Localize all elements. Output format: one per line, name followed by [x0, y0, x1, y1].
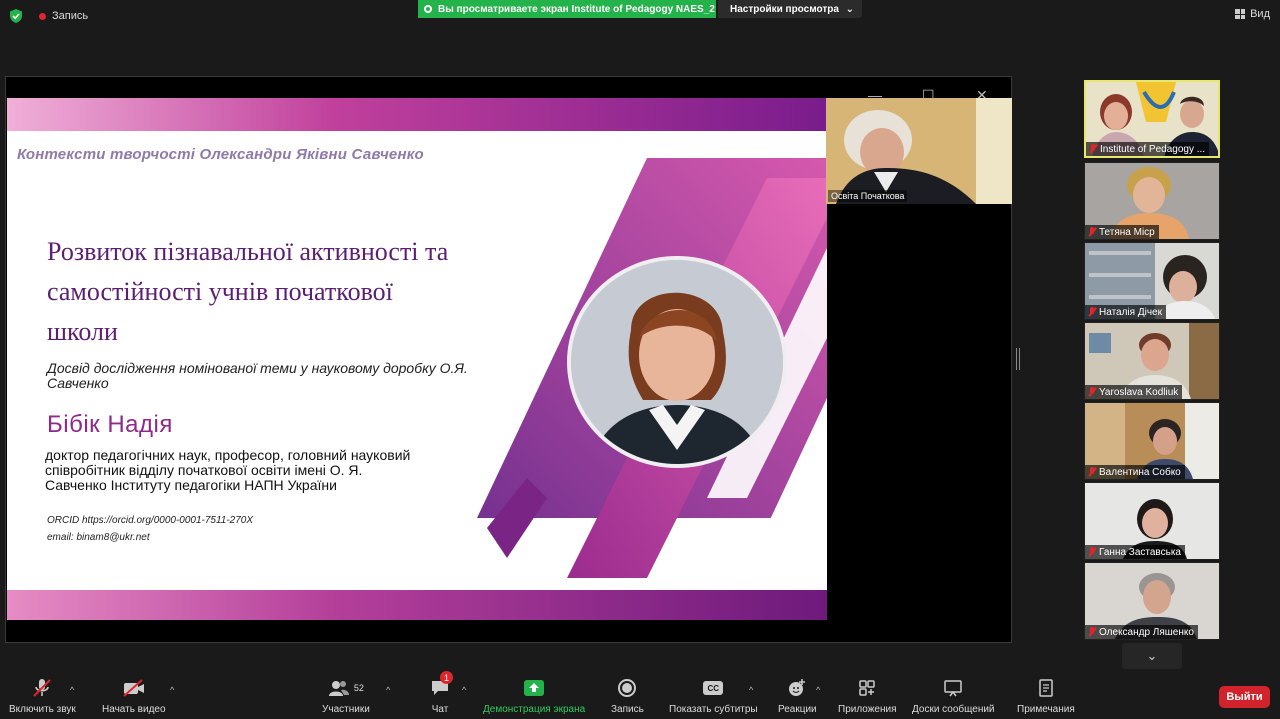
- apps-icon: [858, 675, 876, 701]
- closed-captions-icon: CC: [703, 675, 724, 701]
- top-bar: Запись Вы просматриваете экран Institute…: [0, 0, 1280, 32]
- presentation-slide: Контексти творчості Олександри Яківни Са…: [7, 98, 827, 620]
- shared-screen: — ☐ ✕ Контексти творчості Олександри Які…: [5, 76, 1012, 643]
- chat-icon: 1: [430, 671, 453, 701]
- share-screen-icon: [524, 675, 545, 701]
- slide-subtitle: Контексти творчості Олександри Яківни Са…: [17, 146, 424, 163]
- slide-title: Розвиток пізнавальної активності та само…: [47, 237, 449, 346]
- speaker-video-tile[interactable]: Освіта Початкова: [826, 98, 1012, 204]
- notes-icon: [1038, 675, 1054, 701]
- participant-name-label: Тетяна Міср: [1085, 225, 1159, 239]
- participant-tile[interactable]: Наталія Дічек: [1084, 242, 1220, 320]
- record-icon: [617, 675, 637, 701]
- chevron-down-icon: ⌄: [1146, 648, 1158, 663]
- whiteboards-label: Доски сообщений: [912, 704, 995, 715]
- share-status-icon: [424, 5, 432, 13]
- whiteboard-icon: [943, 675, 963, 701]
- screen-share-banner: Вы просматриваете экран Institute of Ped…: [418, 0, 716, 18]
- participant-tile[interactable]: Валентина Собко: [1084, 402, 1220, 480]
- start-video-button[interactable]: Начать видео: [102, 675, 166, 715]
- video-off-icon: [122, 675, 146, 701]
- record-dot-icon: [39, 12, 46, 20]
- chat-label: Чат: [431, 704, 449, 715]
- author-portrait: [567, 256, 787, 468]
- mic-muted-icon: [1088, 467, 1096, 477]
- share-banner-text: Вы просматриваете экран Institute of Ped…: [438, 3, 715, 15]
- reactions-button[interactable]: Реакции: [778, 675, 817, 715]
- participant-name-label: Валентина Собко: [1085, 465, 1185, 479]
- slide-email: email: binam8@ukr.net: [47, 532, 150, 543]
- participant-tile[interactable]: Yaroslava Kodliuk: [1084, 322, 1220, 400]
- participants-label: Участники: [322, 704, 370, 715]
- captions-options-caret-icon[interactable]: ^: [749, 685, 753, 695]
- notes-label: Примечания: [1017, 704, 1075, 715]
- chevron-down-icon: ⌄: [845, 3, 854, 15]
- participant-tile[interactable]: Олександр Ляшенко: [1084, 562, 1220, 640]
- view-button-label: Вид: [1250, 8, 1270, 20]
- audio-options-caret-icon[interactable]: ^: [70, 685, 74, 695]
- leave-meeting-button[interactable]: Выйти: [1219, 686, 1270, 708]
- show-captions-button[interactable]: CC Показать субтитры: [669, 675, 758, 715]
- apps-button[interactable]: Приложения: [838, 675, 897, 715]
- recording-label: Запись: [52, 10, 89, 22]
- participants-options-caret-icon[interactable]: ^: [386, 685, 390, 695]
- share-screen-button[interactable]: Демонстрация экрана: [483, 675, 585, 715]
- mic-muted-icon: [1088, 387, 1096, 397]
- video-options-caret-icon[interactable]: ^: [170, 685, 174, 695]
- participant-name-label: Ганна Заставська: [1085, 545, 1185, 559]
- participant-tile[interactable]: Ганна Заставська: [1084, 482, 1220, 560]
- participant-tile[interactable]: Institute of Pedagogy ...: [1084, 80, 1220, 158]
- notes-button[interactable]: Примечания: [1017, 675, 1075, 715]
- panel-resize-handle[interactable]: [1016, 348, 1020, 370]
- slide-author-bio: доктор педагогічних наук, професор, голо…: [45, 447, 411, 493]
- participant-name-label: Yaroslava Kodliuk: [1085, 385, 1183, 399]
- apps-label: Приложения: [838, 704, 897, 715]
- grid-view-icon: [1235, 9, 1246, 19]
- reactions-options-caret-icon[interactable]: ^: [816, 685, 820, 695]
- show-captions-label: Показать субтитры: [669, 704, 758, 715]
- mic-muted-icon: [1088, 307, 1096, 317]
- unmute-button[interactable]: Включить звук: [9, 675, 76, 715]
- record-button[interactable]: Запись: [611, 675, 644, 715]
- meeting-toolbar: Включить звук ^ Начать видео ^ 52 Участн…: [0, 671, 1280, 719]
- mic-muted-icon: [1089, 144, 1097, 154]
- slide-orcid: ORCID https://orcid.org/0000-0001-7511-2…: [47, 515, 254, 526]
- view-options-dropdown[interactable]: Настройки просмотра ⌄: [718, 0, 862, 18]
- slide-author-name: Бібік Надія: [47, 411, 173, 438]
- speaker-name-label: Освіта Початкова: [828, 190, 908, 202]
- participant-name-label: Олександр Ляшенко: [1085, 625, 1198, 639]
- participants-button[interactable]: 52 Участники: [322, 675, 370, 715]
- mic-muted-icon: [1088, 547, 1096, 557]
- reactions-label: Реакции: [778, 704, 817, 715]
- view-options-label: Настройки просмотра: [730, 3, 839, 15]
- participants-count: 52: [353, 683, 364, 693]
- mic-muted-icon: [1088, 627, 1096, 637]
- chat-button[interactable]: 1 Чат: [430, 671, 453, 715]
- security-shield-icon[interactable]: [8, 8, 24, 24]
- participant-tile[interactable]: Тетяна Міср: [1084, 162, 1220, 240]
- recording-indicator[interactable]: Запись: [33, 6, 94, 26]
- microphone-muted-icon: [31, 675, 53, 701]
- whiteboards-button[interactable]: Доски сообщений: [912, 675, 995, 715]
- slide-bottom-band: [7, 590, 827, 620]
- view-button[interactable]: Вид: [1235, 8, 1270, 20]
- record-label: Запись: [611, 704, 644, 715]
- mic-muted-icon: [1088, 227, 1096, 237]
- participants-icon: 52: [328, 675, 364, 701]
- chat-unread-badge: 1: [440, 671, 453, 684]
- slide-description: Досвід дослідження номінованої теми у на…: [47, 360, 468, 391]
- participant-name-label: Institute of Pedagogy ...: [1086, 142, 1210, 156]
- start-video-label: Начать видео: [102, 704, 166, 715]
- chat-options-caret-icon[interactable]: ^: [462, 685, 466, 695]
- participant-name-label: Наталія Дічек: [1085, 305, 1166, 319]
- share-screen-label: Демонстрация экрана: [483, 704, 586, 715]
- unmute-label: Включить звук: [9, 704, 76, 715]
- gallery-scroll-down-button[interactable]: ⌄: [1122, 643, 1182, 669]
- smiley-plus-icon: [787, 675, 807, 701]
